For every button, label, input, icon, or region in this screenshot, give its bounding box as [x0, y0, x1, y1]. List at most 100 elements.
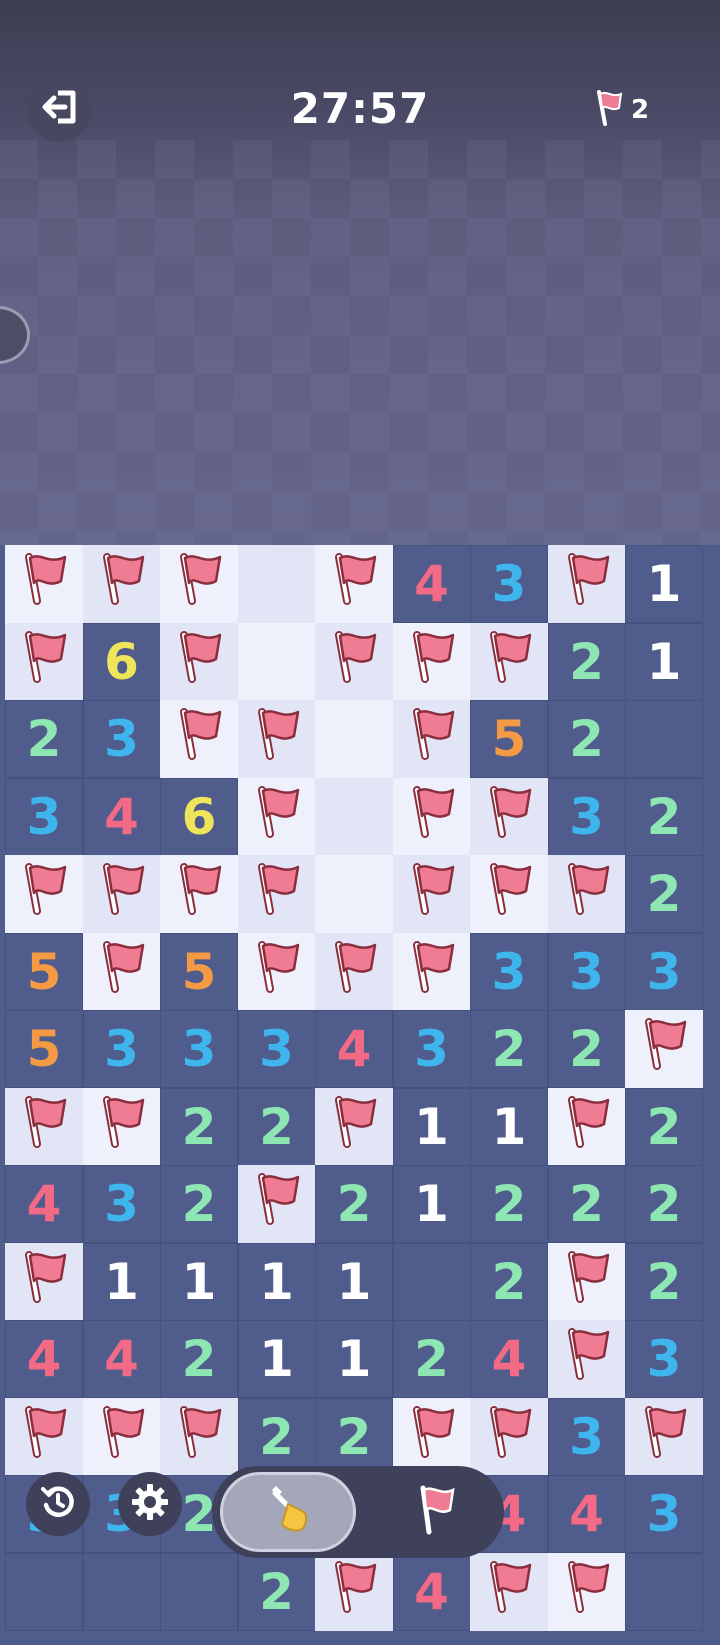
cell-flagged[interactable]	[392, 1397, 471, 1476]
cell-hidden[interactable]	[315, 700, 393, 778]
cell-hidden[interactable]	[237, 622, 316, 701]
cell-number[interactable]: 2	[470, 1242, 548, 1321]
cell-flagged[interactable]	[392, 777, 471, 856]
cell-flagged[interactable]	[392, 700, 471, 778]
cell-number[interactable]: 2	[625, 1242, 703, 1321]
cell-flagged[interactable]	[547, 1552, 626, 1631]
cell-flagged[interactable]	[392, 622, 471, 701]
cell-number[interactable]: 2	[547, 1010, 626, 1088]
cell-number[interactable]: 2	[160, 1165, 238, 1243]
cell-number[interactable]: 2	[315, 1165, 393, 1243]
cell-number[interactable]: 4	[82, 1320, 161, 1398]
cell-number[interactable]: 3	[547, 1397, 626, 1476]
cell-number[interactable]: 2	[237, 1397, 316, 1476]
settings-button[interactable]	[118, 1472, 182, 1536]
cell-hidden[interactable]	[237, 545, 316, 623]
cell-flagged[interactable]	[237, 932, 316, 1011]
cell-number[interactable]: 3	[82, 1010, 161, 1088]
cell-number[interactable]: 1	[625, 622, 703, 701]
cell-number[interactable]: 2	[160, 1087, 238, 1166]
cell-flagged[interactable]	[470, 855, 548, 933]
cell-number[interactable]: 3	[82, 700, 161, 778]
cell-number[interactable]: 1	[237, 1320, 316, 1398]
cell-number[interactable]: 4	[392, 545, 471, 623]
cell-hidden[interactable]	[315, 855, 393, 933]
cell-flagged[interactable]	[470, 1397, 548, 1476]
cell-number[interactable]: 2	[547, 1165, 626, 1243]
cell-empty[interactable]	[5, 1552, 83, 1631]
cell-flagged[interactable]	[470, 622, 548, 701]
cell-number[interactable]: 4	[5, 1165, 83, 1243]
cell-number[interactable]: 2	[5, 700, 83, 778]
cell-number[interactable]: 1	[160, 1242, 238, 1321]
cell-number[interactable]: 4	[82, 777, 161, 856]
cell-number[interactable]: 2	[547, 700, 626, 778]
cell-flagged[interactable]	[82, 855, 161, 933]
cell-number[interactable]: 3	[470, 545, 548, 623]
cell-number[interactable]: 4	[5, 1320, 83, 1398]
cell-number[interactable]: 3	[547, 932, 626, 1011]
cell-number[interactable]: 6	[160, 777, 238, 856]
cell-number[interactable]: 3	[392, 1010, 471, 1088]
cell-flagged[interactable]	[5, 1397, 83, 1476]
cell-flagged[interactable]	[470, 1552, 548, 1631]
cell-flagged[interactable]	[82, 1397, 161, 1476]
cell-number[interactable]: 4	[547, 1475, 626, 1553]
cell-number[interactable]: 2	[237, 1087, 316, 1166]
cell-flagged[interactable]	[160, 545, 238, 623]
cell-flagged[interactable]	[315, 1552, 393, 1631]
cell-flagged[interactable]	[547, 1242, 626, 1321]
cell-number[interactable]: 1	[470, 1087, 548, 1166]
cell-flagged[interactable]	[5, 855, 83, 933]
cell-flagged[interactable]	[392, 932, 471, 1011]
cell-number[interactable]: 5	[160, 932, 238, 1011]
cell-number[interactable]: 1	[392, 1087, 471, 1166]
cell-flagged[interactable]	[315, 932, 393, 1011]
cell-flagged[interactable]	[625, 1010, 703, 1088]
cell-number[interactable]: 2	[470, 1010, 548, 1088]
cell-number[interactable]: 1	[392, 1165, 471, 1243]
cell-flagged[interactable]	[5, 1242, 83, 1321]
exit-button[interactable]	[26, 76, 92, 142]
cell-flagged[interactable]	[5, 545, 83, 623]
cell-number[interactable]: 2	[625, 855, 703, 933]
cell-number[interactable]: 1	[237, 1242, 316, 1321]
cell-number[interactable]: 3	[625, 932, 703, 1011]
cell-number[interactable]: 5	[5, 932, 83, 1011]
cell-number[interactable]: 3	[160, 1010, 238, 1088]
cell-number[interactable]: 2	[160, 1320, 238, 1398]
cell-flagged[interactable]	[547, 855, 626, 933]
cell-number[interactable]: 2	[392, 1320, 471, 1398]
cell-number[interactable]: 3	[470, 932, 548, 1011]
cell-number[interactable]: 3	[625, 1320, 703, 1398]
cell-flagged[interactable]	[237, 700, 316, 778]
cell-flagged[interactable]	[237, 855, 316, 933]
cell-number[interactable]: 3	[82, 1165, 161, 1243]
cell-flagged[interactable]	[82, 545, 161, 623]
cell-flagged[interactable]	[315, 622, 393, 701]
cell-number[interactable]: 4	[315, 1010, 393, 1088]
cell-number[interactable]: 5	[470, 700, 548, 778]
cell-flagged[interactable]	[625, 1397, 703, 1476]
cell-flagged[interactable]	[160, 700, 238, 778]
cell-flagged[interactable]	[315, 545, 393, 623]
cell-flagged[interactable]	[5, 1087, 83, 1166]
cell-number[interactable]: 2	[625, 1087, 703, 1166]
dig-mode-button[interactable]	[220, 1472, 356, 1552]
cell-number[interactable]: 4	[470, 1320, 548, 1398]
cell-flagged[interactable]	[160, 1397, 238, 1476]
cell-flagged[interactable]	[547, 1320, 626, 1398]
cell-empty[interactable]	[392, 1242, 471, 1321]
cell-number[interactable]: 2	[625, 777, 703, 856]
cell-empty[interactable]	[625, 700, 703, 778]
cell-number[interactable]: 3	[237, 1010, 316, 1088]
cell-number[interactable]: 1	[625, 545, 703, 623]
cell-number[interactable]: 2	[470, 1165, 548, 1243]
cell-empty[interactable]	[82, 1552, 161, 1631]
cell-empty[interactable]	[160, 1552, 238, 1631]
cell-number[interactable]: 4	[392, 1552, 471, 1631]
flag-mode-button[interactable]	[382, 1472, 492, 1552]
cell-number[interactable]: 3	[547, 777, 626, 856]
cell-hidden[interactable]	[315, 777, 393, 856]
cell-number[interactable]: 2	[237, 1552, 316, 1631]
